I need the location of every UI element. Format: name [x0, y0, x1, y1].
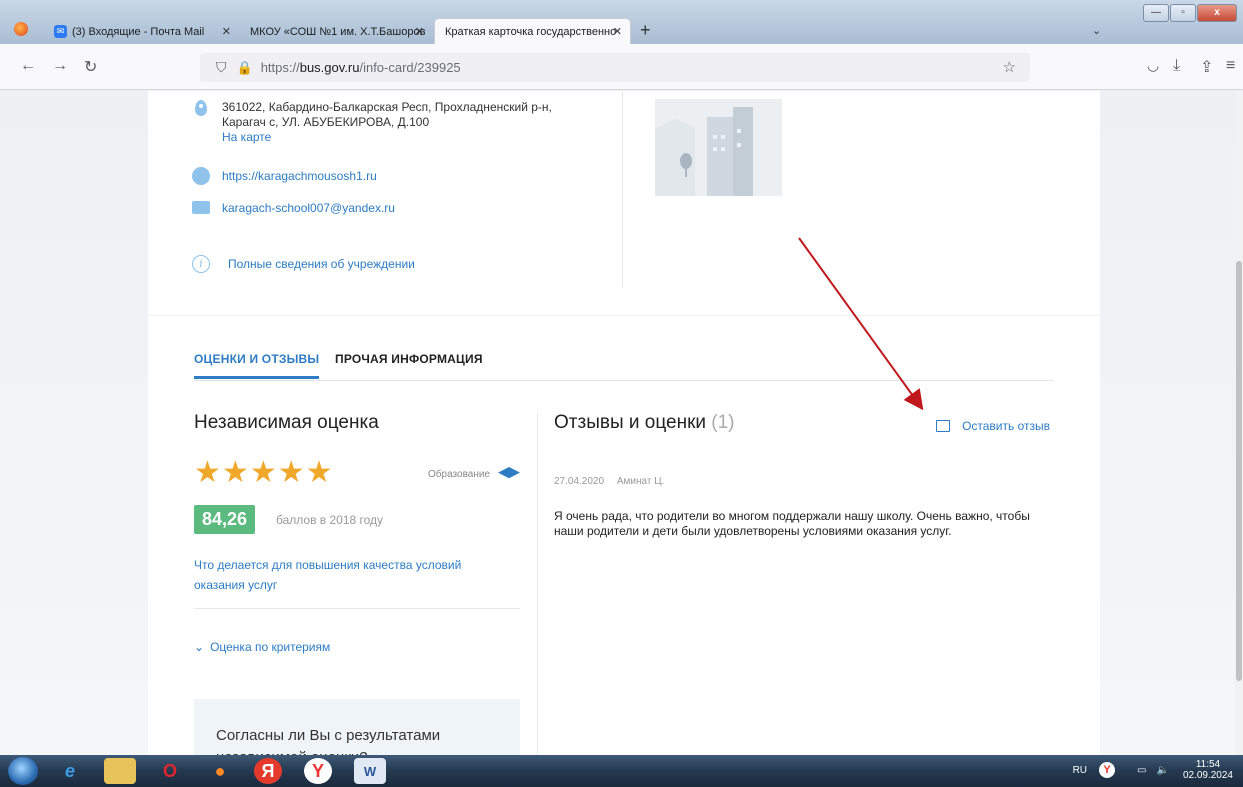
close-icon[interactable]: ✕ [613, 25, 622, 38]
ie-icon[interactable]: e [54, 758, 86, 784]
tab-school[interactable]: МКОУ «СОШ №1 им. Х.Т.Башоров ✕ [240, 19, 432, 44]
menu-icon[interactable]: ≡ [1226, 57, 1235, 75]
email-link[interactable]: karagach-school007@yandex.ru [222, 201, 395, 215]
agree-question-box: Согласны ли Вы с результатами независимо… [194, 699, 520, 755]
volume-icon[interactable]: 🔈 [1156, 765, 1168, 776]
scrollbar-thumb[interactable] [1236, 261, 1242, 681]
score-badge: 84,26 [194, 505, 256, 534]
url-text[interactable]: https://bus.gov.ru/info-card/239925 [261, 60, 461, 75]
page-content: 361022, Кабардино-Балкарская Респ, Прохл… [0, 91, 1243, 755]
content-tabs: ОЦЕНКИ И ОТЗЫВЫ ПРОЧАЯ ИНФОРМАЦИЯ [194, 348, 1054, 381]
reload-icon[interactable]: ↻ [84, 57, 97, 77]
yandex-browser-icon[interactable]: Y [304, 758, 332, 784]
independent-rating: Независимая оценка ★ ★ ★ ★ ★ Образование… [194, 412, 520, 755]
system-tray: RU Y ▭ 🔈 11:54 02.09.2024 [1073, 759, 1233, 781]
leave-review-label: Оставить отзыв [962, 419, 1050, 433]
browser-tab-bar: ✉ (3) Входящие - Почта Mail ✕ МКОУ «СОШ … [0, 0, 1243, 44]
windows-taskbar: e O ● Я Y W RU Y ▭ 🔈 11:54 02.09.2024 [0, 755, 1243, 787]
comment-icon [936, 420, 951, 432]
review-author: Аминат Ц. [616, 476, 665, 487]
star-icon: ★ [277, 456, 305, 489]
network-icon[interactable]: ▭ [1137, 765, 1146, 776]
divider [537, 413, 538, 755]
full-info-link[interactable]: Полные сведения об учреждении [228, 257, 415, 271]
star-rating: ★ ★ ★ ★ ★ [194, 456, 334, 489]
criteria-toggle[interactable]: ⌄ Оценка по критериям [194, 640, 330, 654]
mail-icon [192, 201, 210, 214]
maximize-button[interactable]: ▫ [1170, 4, 1196, 22]
clock[interactable]: 11:54 02.09.2024 [1183, 759, 1233, 781]
shield-icon[interactable]: ⛉ [216, 59, 227, 76]
address-bar[interactable]: ⛉ 🔒 https://bus.gov.ru/info-card/239925 … [200, 53, 1030, 82]
minimize-button[interactable]: — [1143, 4, 1169, 22]
tab-label: МКОУ «СОШ №1 им. Х.Т.Башоров [250, 25, 426, 38]
reviews-count: (1) [711, 412, 735, 433]
leave-review-button[interactable]: Оставить отзыв [936, 419, 1050, 433]
independent-rating-title: Независимая оценка [194, 412, 379, 433]
close-icon[interactable]: ✕ [222, 25, 231, 38]
start-button[interactable] [8, 757, 38, 785]
new-tab-icon[interactable]: + [640, 20, 651, 41]
star-icon: ★ [194, 456, 221, 489]
ratings-card: ОЦЕНКИ И ОТЗЫВЫ ПРОЧАЯ ИНФОРМАЦИЯ Незави… [148, 316, 1100, 755]
tab-mail[interactable]: ✉ (3) Входящие - Почта Mail ✕ [44, 19, 239, 44]
review-date: 27.04.2020 [554, 476, 605, 487]
email-row: karagach-school007@yandex.ru [192, 199, 395, 215]
info-icon: i [192, 255, 210, 273]
download-icon[interactable]: ⤓ [1173, 57, 1180, 75]
divider [622, 91, 623, 287]
institution-card: 361022, Кабардино-Балкарская Респ, Прохл… [148, 91, 1100, 315]
agree-question: Согласны ли Вы с результатами независимо… [216, 727, 441, 755]
score-note: баллов в 2018 году [276, 513, 384, 527]
star-icon: ★ [305, 456, 333, 489]
full-info-row: i Полные сведения об учреждении [192, 255, 415, 273]
website-link[interactable]: https://karagachmousosh1.ru [222, 169, 377, 183]
star-icon: ★ [221, 456, 249, 489]
firefox-taskbar-icon[interactable]: ● [204, 758, 236, 784]
category-label: Образование [428, 467, 520, 481]
quality-improvement-link[interactable]: Что делается для повышения качества усло… [194, 555, 514, 595]
share-icon[interactable]: ⇪ [1200, 57, 1213, 77]
tab-label: (3) Входящие - Почта Mail [72, 25, 205, 38]
graduation-cap-icon [498, 467, 520, 479]
close-icon[interactable]: ✕ [415, 25, 424, 38]
location-pin-icon [195, 100, 207, 116]
tab-label: Краткая карточка государственно [445, 25, 617, 38]
yandex-icon[interactable]: Я [254, 758, 282, 784]
website-row: https://karagachmousosh1.ru [192, 167, 377, 185]
address-row: 361022, Кабардино-Балкарская Респ, Прохл… [192, 100, 552, 145]
back-icon[interactable]: ← [20, 57, 36, 75]
chevron-down-icon: ⌄ [194, 640, 205, 654]
tab-info-card[interactable]: Краткая карточка государственно ✕ [435, 19, 630, 44]
yandex-tray-icon[interactable]: Y [1099, 762, 1116, 778]
forward-icon[interactable]: → [52, 57, 68, 75]
divider [194, 608, 520, 609]
reviews-section: Отзывы и оценки (1) Оставить отзыв 27.04… [554, 412, 1064, 538]
chevron-down-icon[interactable]: ⌄ [1092, 24, 1101, 37]
lock-icon[interactable]: 🔒 [237, 60, 253, 76]
review-meta: 27.04.2020 Аминат Ц. [554, 476, 664, 487]
pocket-icon[interactable]: ◡ [1147, 57, 1159, 74]
globe-icon [192, 167, 210, 185]
map-link[interactable]: На карте [222, 130, 552, 145]
browser-nav-bar: ← → ↻ ⛉ 🔒 https://bus.gov.ru/info-card/2… [0, 44, 1243, 90]
folder-icon[interactable] [104, 758, 136, 784]
firefox-icon[interactable] [14, 22, 28, 36]
building-image [655, 99, 782, 196]
tab-other-info[interactable]: ПРОЧАЯ ИНФОРМАЦИЯ [335, 352, 483, 366]
review-text: Я очень рада, что родители во многом под… [554, 509, 1030, 538]
tab-ratings-reviews[interactable]: ОЦЕНКИ И ОТЗЫВЫ [194, 352, 320, 379]
mail-icon: ✉ [54, 25, 67, 38]
bookmark-star-icon[interactable]: ☆ [1003, 58, 1016, 76]
close-window-button[interactable]: x [1197, 4, 1237, 22]
address-line-2: Карагач с, УЛ. АБУБЕКИРОВА, Д.100 [222, 115, 430, 129]
address-line-1: 361022, Кабардино-Балкарская Респ, Прохл… [222, 100, 552, 114]
language-indicator[interactable]: RU [1073, 765, 1087, 776]
word-icon[interactable]: W [354, 758, 386, 784]
star-icon: ★ [249, 456, 277, 489]
opera-icon[interactable]: O [154, 758, 186, 784]
page-scrollbar[interactable] [1235, 91, 1243, 755]
